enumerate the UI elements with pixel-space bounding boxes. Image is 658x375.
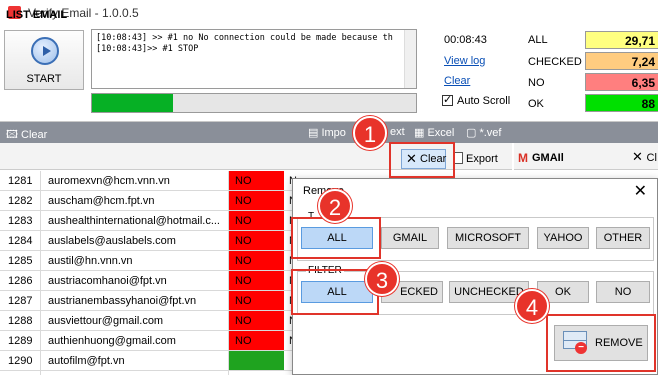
- type-gmail-button[interactable]: GMAIL: [381, 227, 439, 249]
- stat-label-checked: CHECKED: [528, 56, 582, 68]
- progress-bar: [91, 93, 417, 113]
- row-id: 1282: [8, 195, 33, 207]
- row-status: NO: [229, 251, 284, 270]
- row-id: 1284: [8, 235, 33, 247]
- export-button[interactable]: Export: [453, 152, 498, 165]
- title-bar: Verify Email - 1.0.0.5: [0, 0, 658, 26]
- row-id: 1287: [8, 295, 33, 307]
- row-email: ausviettour@gmail.com: [48, 315, 164, 327]
- row-email: auslabels@auslabels.com: [48, 235, 176, 247]
- auto-scroll-checkbox[interactable]: Auto Scroll: [442, 93, 511, 107]
- row-email: auscham@hcm.fpt.vn: [48, 195, 155, 207]
- view-log-link[interactable]: View log: [444, 55, 485, 67]
- row-status: NO: [229, 171, 284, 190]
- step-badge-1: 1: [353, 116, 387, 150]
- row-status: NO: [229, 291, 284, 310]
- row-email: austrianembassyhanoi@fpt.vn: [48, 295, 197, 307]
- checkbox-checked-icon: [442, 93, 453, 106]
- row-id: 1285: [8, 255, 33, 267]
- row-status: NO: [229, 271, 284, 290]
- log-box[interactable]: [10:08:43] >> #1 no No connection could …: [91, 29, 417, 89]
- row-status: NO: [229, 231, 284, 250]
- row-status: NO: [229, 331, 284, 350]
- auto-scroll-label: Auto Scroll: [457, 95, 511, 107]
- stat-label-no: NO: [528, 77, 545, 89]
- row-status: NO: [229, 311, 284, 330]
- row-id: 1283: [8, 215, 33, 227]
- toolbar: 🖾 Clear ▤ Impo ext ▦ Excel ▢ *.vef: [0, 121, 658, 143]
- row-email: austriacomhanoi@fpt.vn: [48, 275, 167, 287]
- row-email: auromexvn@hcm.vnn.vn: [48, 175, 170, 187]
- row-id: 1281: [8, 175, 33, 187]
- toolbar-vef-button[interactable]: ▢ *.vef: [466, 126, 501, 139]
- row-id: 1290: [8, 355, 33, 367]
- toolbar-text-button[interactable]: ext: [390, 126, 405, 138]
- progress-fill: [92, 94, 173, 112]
- annotation-box-remove: [546, 314, 656, 372]
- row-status: NO: [229, 191, 284, 210]
- log-line: [10:08:43]>> #1 STOP: [96, 44, 199, 54]
- stat-value-checked: 7,24: [585, 52, 658, 70]
- start-button[interactable]: START: [4, 30, 84, 90]
- log-line: [10:08:43] >> #1 no No connection could …: [96, 33, 393, 43]
- row-email: aushealthinternational@hotmail.c...: [48, 215, 220, 227]
- toolbar-import-button[interactable]: ▤ Impo: [308, 126, 346, 139]
- annotation-box-type-all: [291, 217, 381, 259]
- log-scrollbar[interactable]: [404, 30, 416, 88]
- type-yahoo-button[interactable]: YAHOO: [537, 227, 589, 249]
- type-microsoft-button[interactable]: MICROSOFT: [447, 227, 529, 249]
- annotation-box-clear: [389, 142, 455, 178]
- play-icon: [31, 37, 59, 65]
- row-email: austil@hn.vnn.vn: [48, 255, 133, 267]
- gmail-title: GMAIl: [532, 152, 564, 164]
- row-id: 1288: [8, 315, 33, 327]
- type-other-button[interactable]: OTHER: [596, 227, 650, 249]
- stat-label-all: ALL: [528, 34, 548, 46]
- gmail-clear-button[interactable]: ✕ Cl: [632, 149, 657, 165]
- row-email: authienhuong@gmail.com: [48, 335, 176, 347]
- step-badge-3: 3: [365, 262, 399, 296]
- row-id: 1286: [8, 275, 33, 287]
- row-status: [229, 351, 284, 370]
- row-email: autofilm@fpt.vn: [48, 355, 125, 367]
- stat-value-no: 6,35: [585, 73, 658, 91]
- toolbar-excel-button[interactable]: ▦ Excel: [414, 126, 454, 139]
- stat-value-all: 29,71: [585, 31, 658, 49]
- clear-link[interactable]: Clear: [444, 75, 470, 87]
- list-title: LIST EMAIL: [6, 9, 68, 21]
- start-label: START: [26, 73, 62, 85]
- filter-no-button[interactable]: NO: [596, 281, 650, 303]
- gmail-panel-header: M GMAIl ✕ Cl: [514, 143, 658, 170]
- stat-label-ok: OK: [528, 98, 544, 110]
- gmail-icon: M: [518, 151, 528, 165]
- dialog-close-icon[interactable]: ✕: [634, 181, 647, 201]
- row-id: 1289: [8, 335, 33, 347]
- row-status: NO: [229, 211, 284, 230]
- elapsed-time: 00:08:43: [444, 34, 487, 46]
- step-badge-4: 4: [515, 289, 549, 323]
- step-badge-2: 2: [318, 189, 352, 223]
- stat-value-ok: 88: [585, 94, 658, 112]
